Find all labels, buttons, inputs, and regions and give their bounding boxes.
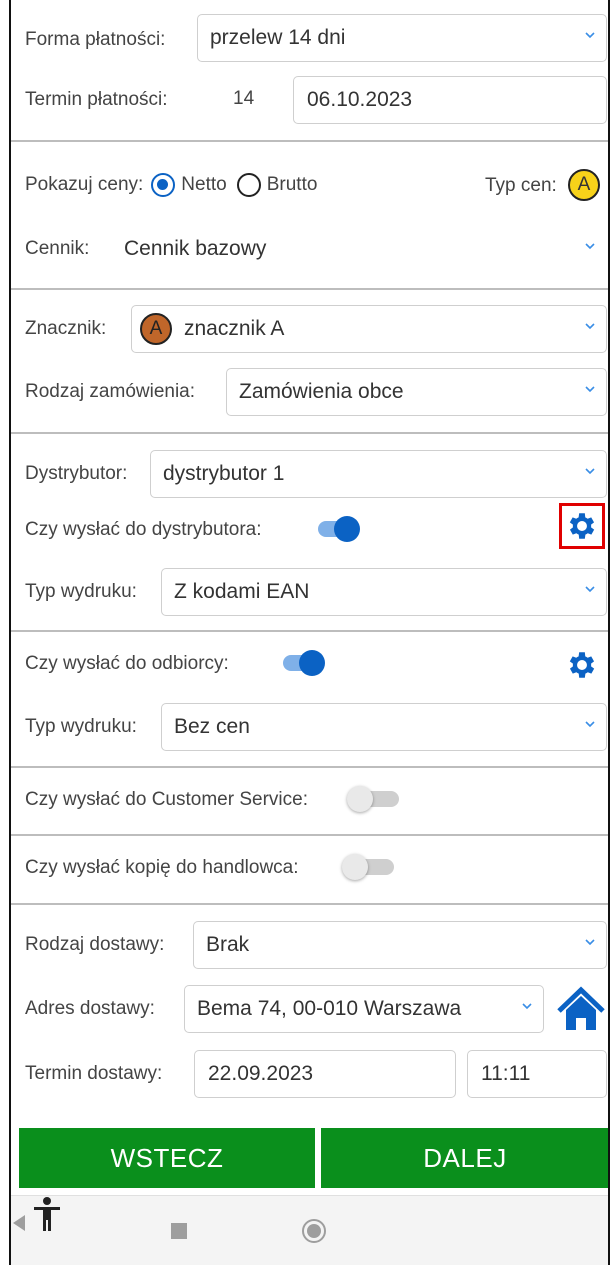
marker-select[interactable]: A znacznik A: [131, 305, 607, 353]
recipient-settings-button[interactable]: [562, 645, 602, 685]
send-salesperson-toggle[interactable]: [342, 852, 394, 880]
divider: [11, 432, 608, 434]
recipient-print-select[interactable]: Bez cen: [161, 703, 607, 751]
send-recipient-toggle[interactable]: [279, 648, 325, 676]
send-customer-service-row: Czy wysłać do Customer Service:: [25, 780, 608, 820]
send-recipient-label: Czy wysłać do odbiorcy:: [25, 653, 229, 674]
chevron-down-icon: [585, 586, 595, 593]
distributor-select[interactable]: dystrybutor 1: [150, 450, 607, 498]
distributor-print-select[interactable]: Z kodami EAN: [161, 568, 607, 616]
back-button[interactable]: WSTECZ: [19, 1128, 315, 1188]
chevron-down-icon: [522, 1003, 532, 1010]
payment-term-date-value: 06.10.2023: [307, 88, 413, 111]
order-form: Forma płatności: przelew 14 dni Termin p…: [9, 0, 610, 1265]
circle-nav-icon[interactable]: [302, 1219, 326, 1243]
pricelist-select[interactable]: Cennik bazowy: [111, 225, 607, 273]
order-type-select[interactable]: Zamówienia obce: [226, 368, 607, 416]
send-salesperson-row: Czy wysłać kopię do handlowca:: [25, 848, 608, 888]
divider: [11, 766, 608, 768]
gear-icon: [569, 513, 595, 539]
chevron-down-icon: [585, 323, 595, 330]
payment-form-select[interactable]: przelew 14 dni: [197, 14, 607, 62]
netto-radio[interactable]: [151, 173, 176, 197]
brutto-radio[interactable]: [236, 173, 261, 197]
send-distributor-toggle[interactable]: [314, 514, 360, 542]
marker-value: znacznik A: [184, 317, 285, 340]
price-type-label: Typ cen:: [485, 175, 557, 196]
delivery-time-value: 11:11: [481, 1062, 531, 1085]
brutto-label: Brutto: [266, 174, 318, 195]
payment-form-value: przelew 14 dni: [210, 26, 346, 49]
home-address-button[interactable]: [556, 986, 606, 1032]
delivery-address-select[interactable]: Bema 74, 00-010 Warszawa: [184, 985, 544, 1033]
chevron-down-icon: [585, 32, 595, 39]
chevron-down-icon: [585, 243, 595, 250]
delivery-date-value: 22.09.2023: [208, 1062, 314, 1085]
back-triangle-icon[interactable]: [11, 1214, 27, 1232]
distributor-value: dystrybutor 1: [163, 462, 285, 485]
chevron-down-icon: [585, 386, 595, 393]
price-type-badge[interactable]: A: [568, 169, 600, 201]
show-prices-label: Pokazuj ceny:: [25, 174, 144, 195]
system-navigation-bar: [11, 1195, 608, 1265]
divider: [11, 630, 608, 632]
home-icon: [557, 986, 605, 1030]
delivery-type-select[interactable]: Brak: [193, 921, 607, 969]
chevron-down-icon: [585, 468, 595, 475]
payment-term-days: 14: [233, 88, 255, 109]
chevron-down-icon: [585, 939, 595, 946]
pricelist-label: Cennik:: [25, 238, 90, 259]
accessibility-icon[interactable]: [31, 1196, 63, 1232]
order-type-value: Zamówienia obce: [239, 380, 404, 403]
next-button-label: DALEJ: [423, 1142, 507, 1173]
delivery-time-field[interactable]: 11:11: [467, 1050, 607, 1098]
next-button[interactable]: DALEJ: [321, 1128, 608, 1188]
send-distributor-label: Czy wysłać do dystrybutora:: [25, 519, 262, 540]
chevron-down-icon: [585, 721, 595, 728]
order-type-label: Rodzaj zamówienia:: [25, 381, 196, 402]
payment-term-label: Termin płatności:: [25, 89, 168, 110]
marker-badge: A: [140, 313, 172, 345]
marker-label: Znacznik:: [25, 318, 107, 339]
send-customer-service-toggle[interactable]: [347, 784, 399, 812]
send-salesperson-label: Czy wysłać kopię do handlowca:: [25, 857, 299, 878]
divider: [11, 288, 608, 290]
recipient-print-label: Typ wydruku:: [25, 716, 137, 737]
distributor-print-label: Typ wydruku:: [25, 581, 137, 602]
payment-term-date-field[interactable]: 06.10.2023: [293, 76, 607, 124]
delivery-type-label: Rodzaj dostawy:: [25, 934, 165, 955]
divider: [11, 140, 608, 142]
square-nav-icon[interactable]: [171, 1223, 187, 1239]
delivery-address-value: Bema 74, 00-010 Warszawa: [197, 997, 462, 1020]
back-button-label: WSTECZ: [110, 1142, 224, 1173]
divider: [11, 903, 608, 905]
gear-icon: [569, 652, 595, 678]
delivery-date-field[interactable]: 22.09.2023: [194, 1050, 456, 1098]
netto-label: Netto: [181, 174, 227, 195]
pricelist-value: Cennik bazowy: [124, 237, 267, 260]
distributor-settings-button[interactable]: [559, 503, 605, 549]
send-customer-service-label: Czy wysłać do Customer Service:: [25, 789, 308, 810]
recipient-print-value: Bez cen: [174, 715, 250, 738]
delivery-type-value: Brak: [206, 933, 250, 956]
distributor-label: Dystrybutor:: [25, 463, 128, 484]
delivery-address-label: Adres dostawy:: [25, 998, 155, 1019]
payment-form-label: Forma płatności:: [25, 29, 166, 50]
distributor-print-value: Z kodami EAN: [174, 580, 310, 603]
divider: [11, 834, 608, 836]
delivery-date-label: Termin dostawy:: [25, 1063, 163, 1084]
